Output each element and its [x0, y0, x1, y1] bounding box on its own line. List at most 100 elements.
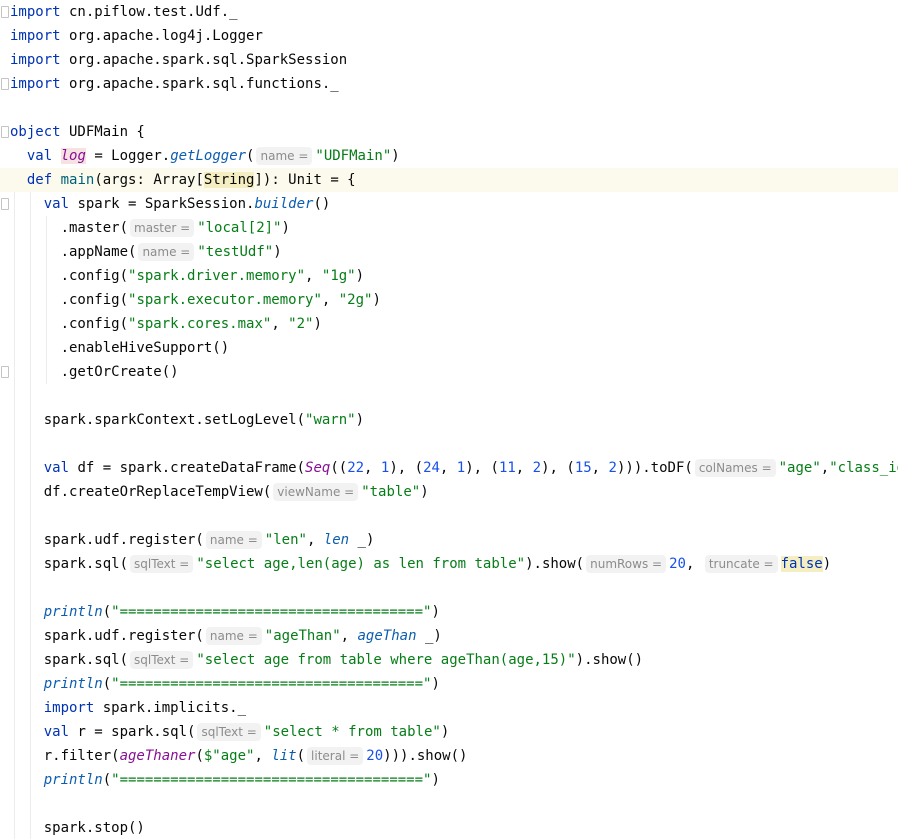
code-text: df.createOrReplaceTempView(: [43, 484, 272, 500]
code-line[interactable]: .appName(name = "testUdf"): [0, 240, 898, 264]
number-literal: 2: [608, 460, 617, 476]
code-text: (: [296, 748, 306, 764]
string-literal: "1g": [321, 268, 356, 284]
code-line[interactable]: import org.apache.spark.sql.SparkSession: [0, 48, 898, 72]
code-line[interactable]: import org.apache.log4j.Logger: [0, 24, 898, 48]
code-text: .enableHiveSupport(): [60, 340, 230, 356]
code-line[interactable]: spark.udf.register(name = "len", len _): [0, 528, 898, 552]
string-literal: "len": [264, 532, 307, 548]
string-literal: "select age from table where ageThan(age…: [196, 652, 576, 668]
code-text: ,: [685, 556, 703, 572]
string-literal: "spark.cores.max": [128, 316, 272, 332]
code-line[interactable]: spark.stop(): [0, 816, 898, 840]
parameter-hint: sqlText =: [130, 651, 194, 669]
code-text: spark.implicits._: [94, 700, 247, 716]
number-literal: 2: [532, 460, 542, 476]
code-line[interactable]: val log = Logger.getLogger(name = "UDFMai…: [0, 144, 898, 168]
code-text: ((: [330, 460, 348, 476]
code-line[interactable]: val spark = SparkSession.builder(): [0, 192, 898, 216]
parameter-hint: name =: [205, 627, 262, 645]
code-text: .config(: [60, 268, 129, 284]
code-line[interactable]: .enableHiveSupport(): [0, 336, 898, 360]
code-line[interactable]: import org.apache.spark.sql.functions._: [0, 72, 898, 96]
code-text: ): [372, 292, 381, 308]
keyword: import: [10, 28, 61, 44]
parameter-hint: sqlText =: [197, 723, 261, 741]
parameter-hint: numRows =: [586, 555, 667, 573]
method-call: println: [43, 676, 103, 692]
code-line[interactable]: .config("spark.cores.max", "2"): [0, 312, 898, 336]
code-text: (: [102, 676, 112, 692]
code-text: ), (: [541, 460, 575, 476]
code-text: spark.udf.register(: [43, 628, 204, 644]
code-line[interactable]: spark.sql(sqlText = "select age from tabl…: [0, 648, 898, 672]
code-text: UDFMain {: [60, 124, 145, 140]
keyword: import: [43, 700, 95, 716]
parameter-hint: name =: [205, 531, 262, 549]
code-editor[interactable]: import cn.piflow.test.Udf._ import org.a…: [0, 0, 898, 839]
code-line[interactable]: .master(master = "local[2]"): [0, 216, 898, 240]
string-literal: "spark.driver.memory": [128, 268, 306, 284]
code-text: ): [273, 244, 282, 260]
code-text: ): [391, 148, 400, 164]
code-line[interactable]: spark.sql(sqlText = "select age,len(age) …: [0, 552, 898, 576]
code-text: r.filter(: [43, 748, 120, 764]
code-text: ))).toDF(: [616, 460, 693, 476]
function-name: main: [52, 172, 95, 188]
string-literal: "select age,len(age) as len from table": [196, 556, 526, 572]
string-literal: "warn": [305, 412, 356, 428]
code-text: spark = SparkSession.: [69, 196, 255, 212]
code-text: .appName(: [60, 244, 137, 260]
code-text: ): [822, 556, 832, 572]
code-text: ,: [306, 532, 324, 548]
parameter-hint: name =: [138, 243, 195, 261]
code-line[interactable]: df.createOrReplaceTempView(viewName = "ta…: [0, 480, 898, 504]
code-line[interactable]: val r = spark.sql(sqlText = "select * fro…: [0, 720, 898, 744]
code-text: ,: [820, 460, 830, 476]
string-literal: "2g": [338, 292, 373, 308]
code-line[interactable]: val df = spark.createDataFrame(Seq((22, …: [0, 456, 898, 480]
code-text: ): [420, 484, 429, 500]
number-literal: 24: [423, 460, 440, 476]
string-literal: "====================================": [111, 604, 432, 620]
code-text: .getOrCreate(): [60, 364, 179, 380]
code-text: spark.udf.register(: [43, 532, 204, 548]
string-literal: "age": [778, 460, 821, 476]
code-text: ): [313, 316, 322, 332]
code-text: ): [431, 772, 440, 788]
code-line[interactable]: import spark.implicits._: [0, 696, 898, 720]
function-call: ageThaner: [119, 748, 196, 764]
code-line[interactable]: println("===============================…: [0, 768, 898, 792]
code-text: ).show(): [575, 652, 644, 668]
code-line[interactable]: r.filter(ageThaner($"age", lit(literal =…: [0, 744, 898, 768]
keyword: val: [26, 148, 53, 164]
code-text: (: [246, 148, 255, 164]
variable-log: log: [60, 148, 86, 164]
code-text: org.apache.spark.sql.functions._: [60, 76, 339, 92]
code-line[interactable]: object UDFMain {: [0, 120, 898, 144]
code-text: (: [102, 604, 112, 620]
code-text: r = spark.sql(: [69, 724, 196, 740]
code-text: spark.stop(): [43, 820, 145, 836]
code-line[interactable]: .config("spark.driver.memory", "1g"): [0, 264, 898, 288]
code-text: .config(: [60, 292, 129, 308]
code-line[interactable]: println("===============================…: [0, 672, 898, 696]
number-literal: 11: [498, 460, 516, 476]
code-line[interactable]: .getOrCreate(): [0, 360, 898, 384]
code-line[interactable]: spark.udf.register(name = "ageThan", ageT…: [0, 624, 898, 648]
code-text: .config(: [60, 316, 129, 332]
string-literal: "class_id": [829, 460, 898, 476]
code-text: cn.piflow.test.Udf._: [60, 4, 238, 20]
string-literal: "UDFMain": [315, 148, 392, 164]
code-text: _): [349, 532, 375, 548]
string-literal: "====================================": [111, 772, 432, 788]
code-text: ): [355, 268, 365, 284]
code-line[interactable]: .config("spark.executor.memory", "2g"): [0, 288, 898, 312]
code-text: ,: [305, 268, 322, 284]
code-line[interactable]: spark.sparkContext.setLogLevel("warn"): [0, 408, 898, 432]
code-line[interactable]: println("===============================…: [0, 600, 898, 624]
code-line[interactable]: import cn.piflow.test.Udf._: [0, 0, 898, 24]
code-text: _): [416, 628, 442, 644]
code-line-current[interactable]: def main(args: Array[String]): Unit = {: [0, 168, 898, 192]
type-name: String: [203, 172, 255, 188]
